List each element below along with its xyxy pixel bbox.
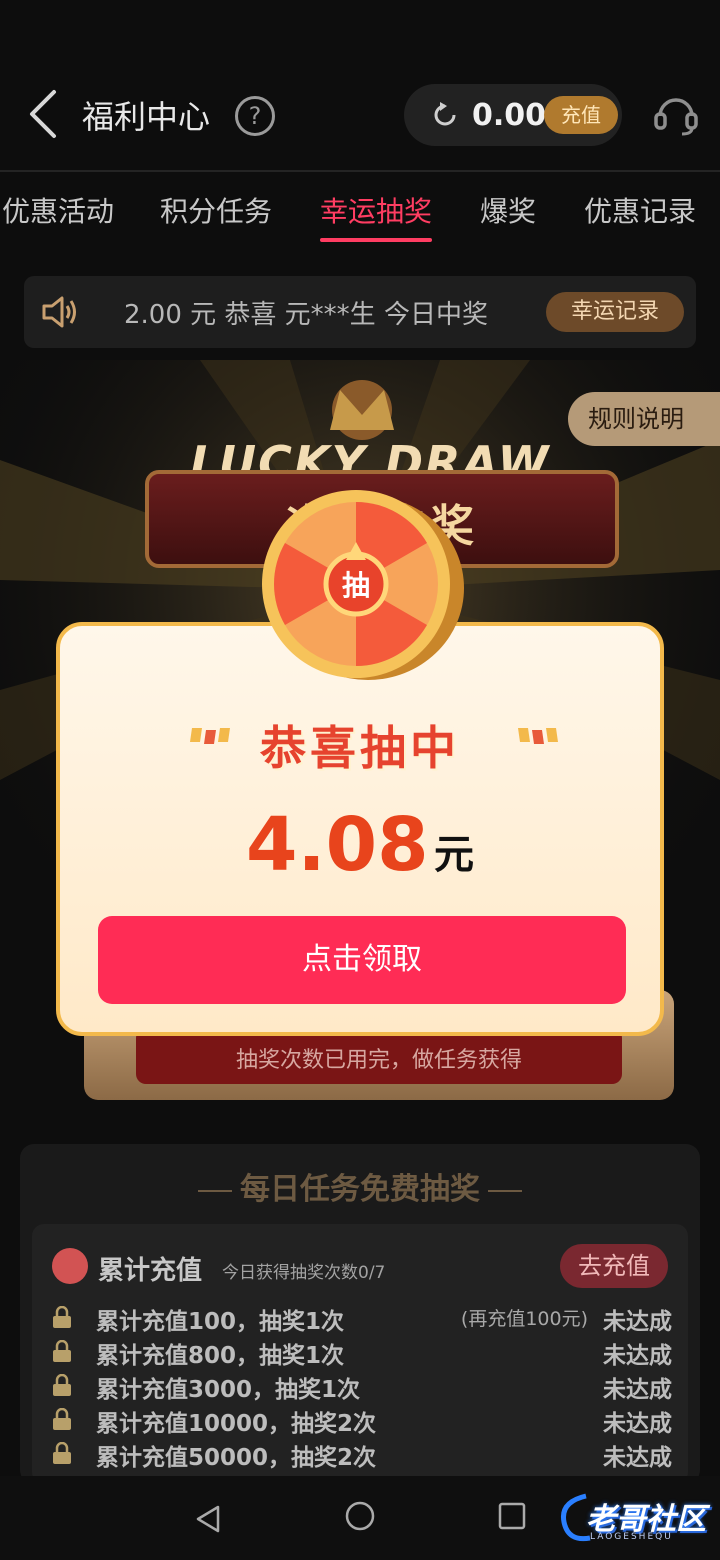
speaker-icon: [42, 296, 76, 328]
task-row: 累计充值100，抽奖1次 (再充值100元) 未达成: [52, 1300, 672, 1335]
lock-icon: [53, 1340, 71, 1362]
prize-unit: 元: [434, 832, 474, 878]
nav-back-icon[interactable]: [194, 1504, 222, 1534]
win-dialog: 恭喜抽中 4.08 元 点击领取: [56, 622, 664, 1036]
tab-lucky-draw[interactable]: 幸运抽奖: [320, 190, 432, 230]
coin-label: 抽: [342, 569, 370, 602]
nav-home-icon[interactable]: [344, 1500, 376, 1532]
task-row-label: 累计充值100，抽奖1次: [96, 1309, 345, 1335]
nav-recent-apps-icon[interactable]: [498, 1502, 526, 1530]
balance-box: 0.00 充值: [404, 84, 622, 146]
back-arrow-icon[interactable]: [24, 88, 64, 140]
daily-tasks-panel: 每日任务免费抽奖 累计充值 今日获得抽奖次数0/7 去充值 累计充值100，抽奖…: [20, 1144, 700, 1484]
lock-icon: [53, 1306, 71, 1328]
task-row-status: 未达成: [603, 1377, 672, 1403]
tab-jackpot[interactable]: 爆奖: [480, 190, 536, 230]
task-row-label: 累计充值800，抽奖1次: [96, 1343, 345, 1369]
tab-promotions[interactable]: 优惠活动: [2, 190, 114, 230]
daily-tasks-title: 每日任务免费抽奖: [20, 1164, 700, 1208]
task-row-status: 未达成: [603, 1445, 672, 1471]
lock-icon: [53, 1374, 71, 1396]
task-row-status: 未达成: [603, 1411, 672, 1437]
customer-service-icon[interactable]: [652, 90, 700, 138]
watermark-logo: 老哥社区 LAOGESHEQU: [556, 1488, 710, 1548]
daily-tasks-title-text: 每日任务免费抽奖: [240, 1172, 480, 1207]
task-subtitle: 今日获得抽奖次数0/7: [222, 1263, 386, 1283]
task-row: 累计充值10000，抽奖2次 未达成: [52, 1402, 672, 1437]
help-icon[interactable]: ?: [235, 96, 275, 136]
recharge-task-icon: [52, 1248, 88, 1284]
system-nav-bar: 老哥社区 LAOGESHEQU: [0, 1476, 720, 1560]
task-row-label: 累计充值10000，抽奖2次: [96, 1411, 377, 1437]
lock-icon: [53, 1408, 71, 1430]
task-row: 累计充值800，抽奖1次 未达成: [52, 1334, 672, 1369]
task-row-status: 未达成: [603, 1343, 672, 1369]
task-row: 累计充值3000，抽奖1次 未达成: [52, 1368, 672, 1403]
rules-button[interactable]: 规则说明: [568, 392, 720, 446]
claim-button[interactable]: 点击领取: [98, 916, 626, 1004]
draw-count-message: 抽奖次数已用完，做任务获得: [235, 1048, 522, 1073]
draw-status-panel: 抽奖次数已用完，做任务获得: [136, 1028, 622, 1084]
tab-points-tasks[interactable]: 积分任务: [160, 190, 272, 230]
lucky-records-button[interactable]: 幸运记录: [546, 292, 684, 332]
prize-wheel-coin-icon: 抽: [262, 490, 464, 680]
go-recharge-button[interactable]: 去充值: [560, 1244, 668, 1288]
active-tab-indicator: [320, 238, 432, 242]
task-row: 累计充值50000，抽奖2次 未达成: [52, 1436, 672, 1471]
marquee-text: 2.00 元 恭喜 元***生 今日中奖: [124, 300, 488, 330]
refresh-icon[interactable]: [430, 100, 460, 130]
app-header: 福利中心 ? 0.00 充值: [0, 60, 720, 170]
balance-value: 0.00: [472, 98, 547, 133]
winner-marquee: 2.00 元 恭喜 元***生 今日中奖 幸运记录: [24, 276, 696, 348]
task-row-status: 未达成: [603, 1309, 672, 1335]
task-row-hint: (再充值100元): [460, 1308, 588, 1330]
dialog-title: 恭喜抽中: [260, 721, 460, 775]
recharge-button[interactable]: 充值: [544, 96, 618, 134]
task-name: 累计充值: [98, 1256, 203, 1286]
header-divider: [0, 170, 720, 172]
watermark-subtext: LAOGESHEQU: [590, 1532, 673, 1542]
ribbon-right-icon: [518, 728, 558, 744]
prize-amount: 4.08: [246, 802, 429, 888]
page-title: 福利中心: [82, 98, 211, 136]
recharge-task-card: 累计充值 今日获得抽奖次数0/7 去充值 累计充值100，抽奖1次 (再充值10…: [32, 1224, 688, 1484]
task-row-label: 累计充值3000，抽奖1次: [96, 1377, 361, 1403]
tab-promo-records[interactable]: 优惠记录: [584, 190, 696, 230]
task-row-label: 累计充值50000，抽奖2次: [96, 1445, 377, 1471]
lock-icon: [53, 1442, 71, 1464]
tab-bar: 优惠活动 积分任务 幸运抽奖 爆奖 优惠记录: [0, 190, 720, 250]
